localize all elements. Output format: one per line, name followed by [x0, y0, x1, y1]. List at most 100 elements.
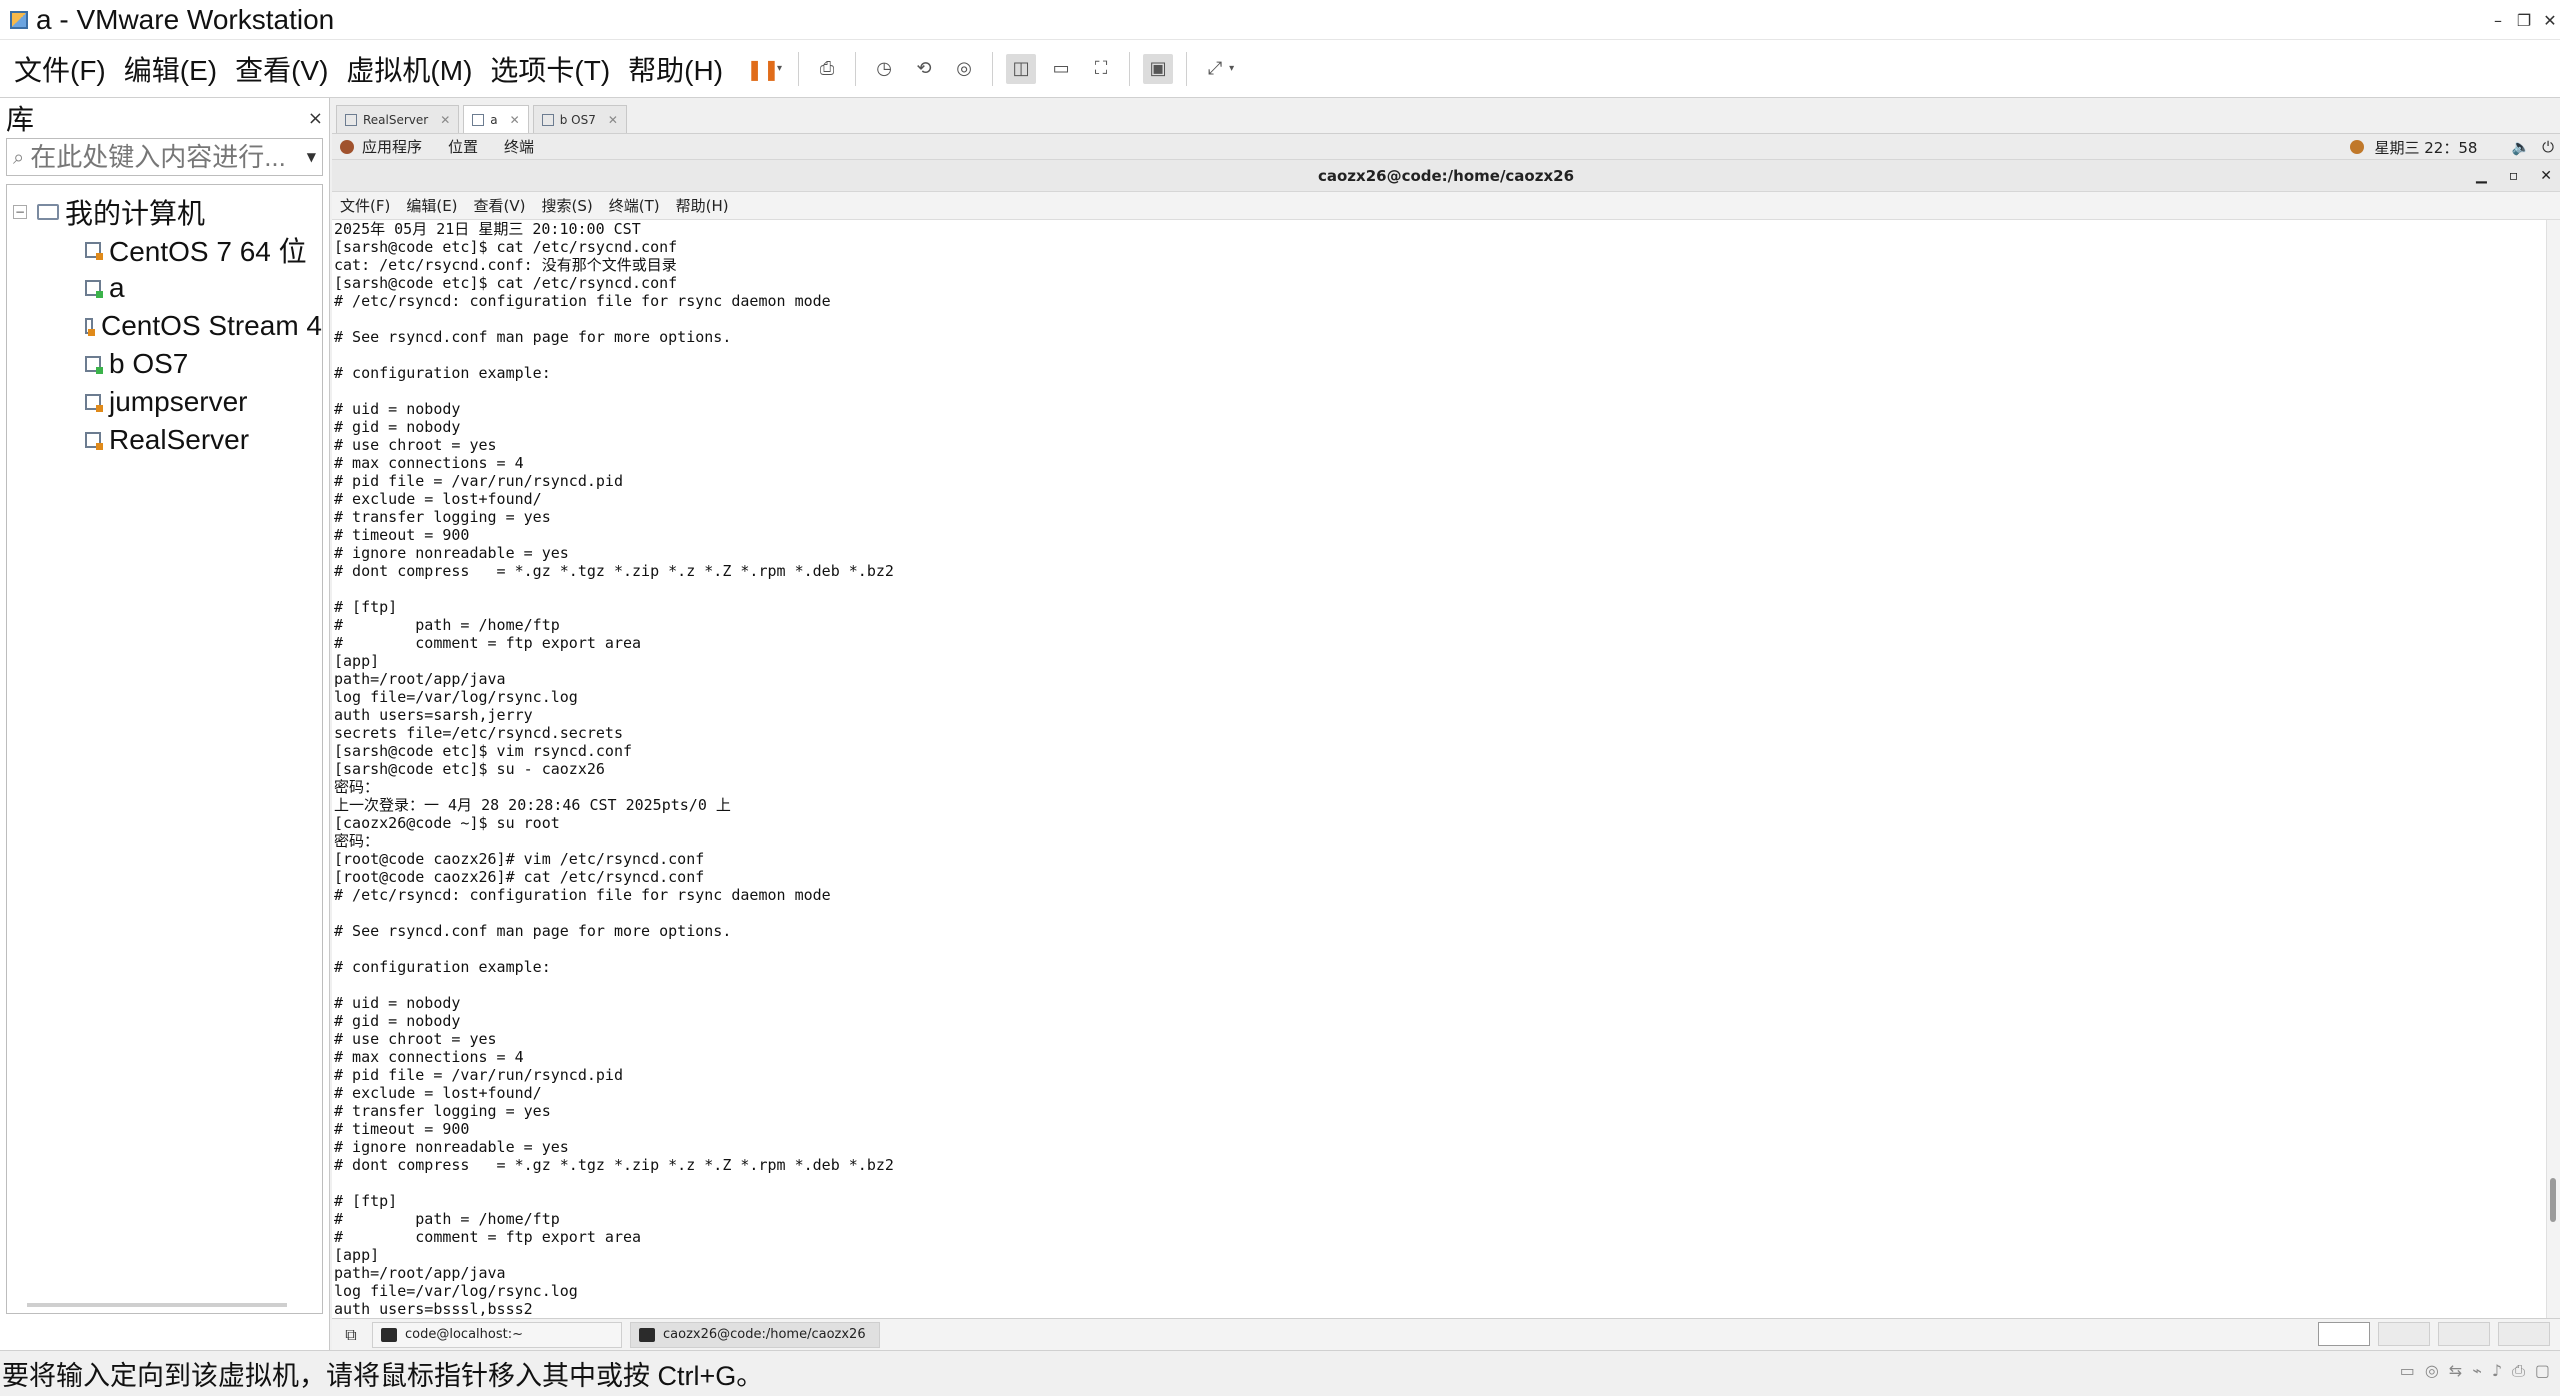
- cd-dvd-icon[interactable]: ◎: [2425, 1361, 2439, 1381]
- fullscreen-icon[interactable]: ⛶: [1086, 54, 1116, 84]
- pause-icon[interactable]: ❚❚: [746, 54, 780, 84]
- tree-item-jumpserver[interactable]: jumpserver: [7, 383, 322, 421]
- terminal-line: # timeout = 900: [334, 526, 470, 544]
- terminal-line: # transfer logging = yes: [334, 508, 551, 526]
- network-icon[interactable]: ⇆: [2449, 1361, 2462, 1381]
- terminal-icon: [639, 1327, 655, 1342]
- show-desktop-icon[interactable]: ⧉: [340, 1324, 362, 1346]
- tree-item-b-os7[interactable]: b OS7: [7, 345, 322, 383]
- terminal-scrollbar-thumb[interactable]: [2550, 1178, 2556, 1222]
- vm-icon: [85, 432, 103, 450]
- usb-icon[interactable]: ⌁: [2472, 1361, 2482, 1381]
- vmware-workstation-window: a - VMware Workstation – ❐ ✕ 文件(F) 编辑(E)…: [0, 0, 2560, 1396]
- workspace-switcher: [2310, 1322, 2550, 1346]
- close-button[interactable]: ✕: [2540, 0, 2560, 40]
- terminal-title-bar: caozx26@code:/home/caozx26 ▁ ▫ ✕: [332, 160, 2560, 192]
- display-icon[interactable]: ▢: [2535, 1361, 2550, 1381]
- thumbnail-view-icon[interactable]: ▭: [1046, 54, 1076, 84]
- printer-icon[interactable]: ⎙: [2512, 1361, 2525, 1381]
- vm-display-area[interactable]: RealServer ✕ a ✕ b OS7 ✕ 应用程序 位置 终端 星期三 …: [332, 98, 2560, 1350]
- tree-horizontal-scrollbar[interactable]: [27, 1303, 287, 1307]
- snapshot-icon[interactable]: ◷: [869, 54, 899, 84]
- console-view-icon[interactable]: ▣: [1143, 53, 1174, 84]
- title-bar: a - VMware Workstation – ❐ ✕: [0, 0, 2560, 40]
- collapse-icon[interactable]: −: [13, 205, 27, 219]
- window-title: a - VMware Workstation: [36, 3, 335, 35]
- volume-icon[interactable]: 🔈: [2511, 138, 2530, 156]
- terminal-line: secrets file=/etc/rsyncd.secrets: [334, 724, 623, 742]
- task-code-localhost[interactable]: code@localhost:~: [372, 1321, 622, 1348]
- terminal-line: # uid = nobody: [334, 400, 461, 418]
- snapshot-manager-icon[interactable]: ◎: [949, 54, 979, 84]
- tree-item-centos7[interactable]: CentOS 7 64 位: [7, 231, 322, 269]
- power-icon[interactable]: ⏻: [2542, 138, 2554, 156]
- terminal-maximize-icon[interactable]: ▫: [2509, 168, 2519, 184]
- stretch-dropdown-icon[interactable]: ▾: [1229, 63, 1234, 74]
- workspace-3[interactable]: [2438, 1322, 2490, 1346]
- minimize-button[interactable]: –: [2488, 0, 2508, 40]
- device-status-icons: ▭ ◎ ⇆ ⌁ ♪ ⎙ ▢: [2390, 1361, 2550, 1381]
- terminal-minimize-icon[interactable]: ▁: [2476, 168, 2487, 184]
- pause-dropdown-icon[interactable]: ▾: [777, 63, 782, 74]
- guest-menu-places[interactable]: 位置: [448, 136, 478, 157]
- workspace-2[interactable]: [2378, 1322, 2430, 1346]
- workspace-1[interactable]: [2318, 1322, 2370, 1346]
- applications-icon: [340, 139, 354, 154]
- menu-tabs[interactable]: 选项卡(T): [490, 49, 610, 89]
- tab-close-icon[interactable]: ✕: [510, 113, 520, 127]
- terminal-menu-help[interactable]: 帮助(H): [676, 195, 729, 216]
- terminal-close-icon[interactable]: ✕: [2540, 168, 2552, 184]
- terminal-menu-view[interactable]: 查看(V): [474, 195, 526, 216]
- guest-menu-applications[interactable]: 应用程序: [362, 136, 422, 157]
- guest-status-area: 星期三 22：58 🔈 ⏻: [2350, 134, 2554, 160]
- tab-label: b OS7: [559, 112, 596, 127]
- hard-disk-icon[interactable]: ▭: [2400, 1361, 2415, 1381]
- library-search-input[interactable]: [30, 141, 307, 173]
- library-header: 库 ×: [0, 98, 329, 138]
- terminal-line: # ignore nonreadable = yes: [334, 1138, 569, 1156]
- terminal-menu-terminal[interactable]: 终端(T): [609, 195, 660, 216]
- menu-bar: 文件(F) 编辑(E) 查看(V) 虚拟机(M) 选项卡(T) 帮助(H) ❚❚…: [0, 40, 2560, 98]
- menu-file[interactable]: 文件(F): [14, 49, 106, 89]
- terminal-menu-edit[interactable]: 编辑(E): [406, 195, 457, 216]
- tab-close-icon[interactable]: ✕: [608, 113, 618, 127]
- menu-help[interactable]: 帮助(H): [628, 49, 723, 89]
- vm-tab-icon: [541, 113, 554, 126]
- task-caozx26-terminal[interactable]: caozx26@code:/home/caozx26: [630, 1321, 880, 1348]
- workspace-4[interactable]: [2498, 1322, 2550, 1346]
- tab-a[interactable]: a ✕: [463, 105, 529, 133]
- send-ctrl-alt-del-icon[interactable]: ⎙: [812, 54, 842, 84]
- guest-menu-terminal[interactable]: 终端: [504, 136, 534, 157]
- library-view-icon[interactable]: ◫: [1006, 53, 1037, 84]
- stretch-icon[interactable]: ⤢: [1200, 54, 1230, 84]
- terminal-scrollbar[interactable]: [2546, 220, 2560, 1318]
- terminal-output[interactable]: 2025年 05月 21日 星期三 20:10:00 CST [sarsh@cod…: [332, 220, 2546, 1318]
- menu-vm[interactable]: 虚拟机(M): [346, 49, 472, 89]
- revert-snapshot-icon[interactable]: ⟲: [909, 54, 939, 84]
- tree-item-centos-stream[interactable]: CentOS Stream 4: [7, 307, 322, 345]
- terminal-line: # exclude = lost+found/: [334, 1084, 542, 1102]
- tree-item-a[interactable]: a: [7, 269, 322, 307]
- tree-item-realserver[interactable]: RealServer: [7, 421, 322, 459]
- user-icon[interactable]: [2350, 140, 2365, 154]
- guest-taskbar: ⧉ code@localhost:~ caozx26@code:/home/ca…: [332, 1318, 2560, 1350]
- terminal-line: # timeout = 900: [334, 1120, 470, 1138]
- tab-b-os7[interactable]: b OS7 ✕: [532, 105, 627, 133]
- terminal-line: [root@code caozx26]# cat /etc/rsyncd.con…: [334, 868, 705, 886]
- library-close-icon[interactable]: ×: [308, 108, 323, 129]
- menu-view[interactable]: 查看(V): [235, 49, 328, 89]
- search-dropdown-icon[interactable]: ▼: [307, 150, 316, 164]
- menu-edit[interactable]: 编辑(E): [124, 49, 217, 89]
- terminal-menu-search[interactable]: 搜索(S): [542, 195, 593, 216]
- terminal-line: # pid file = /var/run/rsyncd.pid: [334, 472, 623, 490]
- terminal-menu-file[interactable]: 文件(F): [340, 195, 390, 216]
- restore-button[interactable]: ❐: [2514, 0, 2534, 40]
- tab-realserver[interactable]: RealServer ✕: [336, 105, 460, 133]
- guest-clock[interactable]: 星期三 22：58: [2374, 137, 2477, 158]
- vm-running-icon: [85, 280, 103, 298]
- sound-icon[interactable]: ♪: [2492, 1361, 2502, 1381]
- tree-root-my-computer[interactable]: − 我的计算机: [7, 193, 322, 231]
- tab-close-icon[interactable]: ✕: [440, 113, 450, 127]
